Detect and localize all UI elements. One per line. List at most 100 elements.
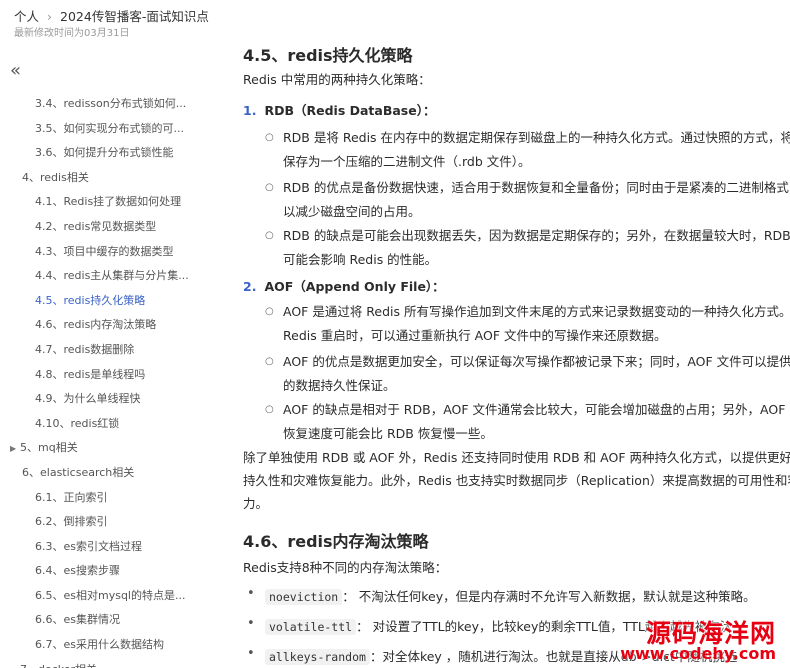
toc-item[interactable]: 4.6、redis内存淘汰策略 — [0, 313, 228, 338]
circle-bullet-icon: ○ — [265, 230, 274, 241]
toc-item-label: 6.1、正向索引 — [35, 490, 108, 504]
list-title: AOF（Append Only File）： — [264, 279, 445, 294]
toc-item[interactable]: ▶ 5、mq相关 — [0, 436, 228, 461]
document-header: 个人 › 2024传智播客-面试知识点 最新修改时间为03月31日 — [0, 0, 790, 40]
toc-item-label: 6.2、倒排索引 — [35, 515, 108, 529]
toc-item[interactable]: 4.4、redis主从集群与分片集... — [0, 264, 228, 289]
toc-item-label: 4.9、为什么单线程快 — [35, 392, 141, 406]
inline-code: noeviction — [265, 589, 343, 605]
bullet-text: RDB 是将 Redis 在内存中的数据定期保存到磁盘上的一种持久化方式。通过快… — [283, 130, 790, 145]
toc-item[interactable]: 4.7、redis数据删除 — [0, 338, 228, 363]
bullet-dot-icon: • — [247, 616, 255, 631]
toc-item-label: 6.7、es采用什么数据结构 — [35, 638, 164, 652]
toc-item[interactable]: 4、redis相关 — [0, 166, 228, 191]
bullet-text: 可能会影响 Redis 的性能。 — [283, 252, 438, 267]
list-item-aof: 2. AOF（Append Only File）： — [243, 276, 445, 295]
toc-item-label: 6.3、es索引文档过程 — [35, 539, 142, 553]
bullet-text: 保存为一个压缩的二进制文件（.rdb 文件）。 — [283, 154, 531, 169]
chevron-right-icon: › — [47, 9, 53, 24]
toc-item-label: 4.8、redis是单线程吗 — [35, 367, 146, 381]
toc-item-label: 7、docker相关 — [20, 663, 97, 668]
caret-right-icon[interactable]: ▶ — [10, 437, 20, 461]
toc-item-label: 4.2、redis常见数据类型 — [35, 219, 157, 233]
eviction-item: noeviction： 不淘汰任何key，但是内存满时不允许写入新数据，默认就是… — [265, 586, 756, 605]
heading-redis-persistence: 4.5、redis持久化策略 — [243, 46, 413, 65]
summary-line: 持久性和灾难恢复能力。此外，Redis 也支持实时数据同步（Replicatio… — [243, 473, 790, 488]
list-number: 2. — [243, 279, 257, 294]
circle-bullet-icon: ○ — [265, 132, 274, 143]
toc-item-label: 6.4、es搜索步骤 — [35, 564, 120, 578]
bullet-dot-icon: • — [247, 646, 255, 661]
breadcrumb-root[interactable]: 个人 — [14, 9, 39, 24]
bullet-text: Redis 重启时，可以通过重新执行 AOF 文件中的写操作来还原数据。 — [283, 328, 667, 343]
eviction-text: ： 不淘汰任何key，但是内存满时不允许写入新数据，默认就是这种策略。 — [342, 589, 756, 604]
toc-item[interactable]: 3.6、如何提升分布式锁性能 — [0, 141, 228, 166]
bullet-text: 恢复速度可能会比 RDB 恢复慢一些。 — [283, 426, 493, 441]
last-modified-text: 最新修改时间为03月31日 — [14, 28, 130, 39]
toc-item[interactable]: 3.4、redisson分布式锁如何... — [0, 92, 228, 117]
toc-item-label: 4.6、redis内存淘汰策略 — [35, 318, 157, 332]
document-content: 4.5、redis持久化策略 Redis 中常用的两种持久化策略： 1. RDB（… — [228, 40, 790, 668]
toc-item[interactable]: 4.8、redis是单线程吗 — [0, 363, 228, 388]
toc-item-label: 6.5、es相对mysql的特点是... — [35, 588, 186, 602]
bullet-text: RDB 的优点是备份数据快速，适合用于数据恢复和全量备份；同时由于是紧凑的二进制… — [283, 180, 790, 195]
toc-item-label: 3.5、如何实现分布式锁的可... — [35, 121, 184, 135]
toc-item-label: 6、elasticsearch相关 — [22, 465, 135, 479]
bullet-dot-icon: • — [247, 586, 255, 601]
toc-item[interactable]: 4.1、Redis挂了数据如何处理 — [0, 190, 228, 215]
inline-code: allkeys-random — [265, 649, 370, 665]
toc-item[interactable]: 4.10、redis红锁 — [0, 412, 228, 437]
toc-list: 3.4、redisson分布式锁如何... 3.5、如何实现分布式锁的可... 3.… — [0, 92, 228, 668]
bullet-text: 的数据持久性保证。 — [283, 378, 396, 393]
bullet-text: RDB 的缺点是可能会出现数据丢失，因为数据是定期保存的；另外，在数据量较大时，… — [283, 228, 790, 243]
toc-item[interactable]: 6.2、倒排索引 — [0, 510, 228, 535]
toc-item-label: 3.4、redisson分布式锁如何... — [35, 97, 187, 110]
toc-item-label: 4.10、redis红锁 — [35, 416, 120, 430]
toc-item-label: 4.4、redis主从集群与分片集... — [35, 269, 189, 283]
bullet-text: AOF 的缺点是相对于 RDB，AOF 文件通常会比较大，可能会增加磁盘的占用；… — [283, 402, 790, 417]
caret-right-icon[interactable]: ▶ — [10, 659, 20, 668]
toc-item-label: 4.1、Redis挂了数据如何处理 — [35, 195, 182, 209]
list-item-rdb: 1. RDB（Redis DataBase）： — [243, 100, 435, 119]
toc-item[interactable]: ▶7、docker相关 — [0, 658, 228, 668]
list-title: RDB（Redis DataBase）： — [264, 103, 436, 118]
toc-item[interactable]: 6.7、es采用什么数据结构 — [0, 633, 228, 658]
heading-redis-eviction: 4.6、redis内存淘汰策略 — [243, 532, 429, 551]
breadcrumb: 个人 › 2024传智播客-面试知识点 — [14, 6, 209, 25]
toc-item[interactable]: 4.9、为什么单线程快 — [0, 387, 228, 412]
collapse-sidebar-icon[interactable]: « — [10, 60, 21, 81]
list-number: 1. — [243, 103, 257, 118]
toc-item[interactable]: 4.5、redis持久化策略 — [0, 289, 228, 314]
toc-item-label: 4.7、redis数据删除 — [35, 342, 135, 356]
toc-item[interactable]: 6.1、正向索引 — [0, 486, 228, 511]
bullet-text: 以减少磁盘空间的占用。 — [283, 204, 421, 219]
toc-item[interactable]: 3.5、如何实现分布式锁的可... — [0, 117, 228, 142]
breadcrumb-document[interactable]: 2024传智播客-面试知识点 — [60, 9, 209, 24]
summary-line: 力。 — [243, 496, 269, 511]
toc-sidebar: « 3.4、redisson分布式锁如何... 3.5、如何实现分布式锁的可...… — [0, 56, 228, 668]
toc-item-label: 6.6、es集群情况 — [35, 613, 120, 627]
paragraph-eviction-intro: Redis支持8种不同的内存淘汰策略： — [243, 560, 448, 575]
paragraph-summary: 除了单独使用 RDB 或 AOF 外，Redis 还支持同时使用 RDB 和 A… — [243, 446, 790, 515]
watermark-url: www.codehy.com — [620, 644, 776, 663]
toc-item[interactable]: 4.3、项目中缓存的数据类型 — [0, 240, 228, 265]
circle-bullet-icon: ○ — [265, 306, 274, 317]
bullet-text: AOF 是通过将 Redis 所有写操作追加到文件末尾的方式来记录数据变动的一种… — [283, 304, 790, 319]
toc-item[interactable]: 6.6、es集群情况 — [0, 608, 228, 633]
circle-bullet-icon: ○ — [265, 356, 274, 367]
toc-item[interactable]: 6.3、es索引文档过程 — [0, 535, 228, 560]
toc-item-label: 3.6、如何提升分布式锁性能 — [35, 146, 174, 160]
toc-item-label: 4.5、redis持久化策略 — [35, 293, 146, 307]
toc-item-label: 4、redis相关 — [22, 170, 89, 184]
toc-item[interactable]: 6.4、es搜索步骤 — [0, 559, 228, 584]
bullet-text: AOF 的优点是数据更加安全，可以保证每次写操作都被记录下来；同时，AOF 文件… — [283, 354, 790, 369]
paragraph-intro: Redis 中常用的两种持久化策略： — [243, 72, 431, 87]
watermark: 源码海洋网 www.codehy.com — [600, 608, 790, 668]
summary-line: 除了单独使用 RDB 或 AOF 外，Redis 还支持同时使用 RDB 和 A… — [243, 450, 790, 465]
toc-item-label: 4.3、项目中缓存的数据类型 — [35, 244, 174, 258]
inline-code: volatile-ttl — [265, 619, 357, 635]
toc-item[interactable]: 6、elasticsearch相关 — [0, 461, 228, 486]
toc-item[interactable]: 6.5、es相对mysql的特点是... — [0, 584, 228, 609]
toc-item[interactable]: 4.2、redis常见数据类型 — [0, 215, 228, 240]
circle-bullet-icon: ○ — [265, 182, 274, 193]
